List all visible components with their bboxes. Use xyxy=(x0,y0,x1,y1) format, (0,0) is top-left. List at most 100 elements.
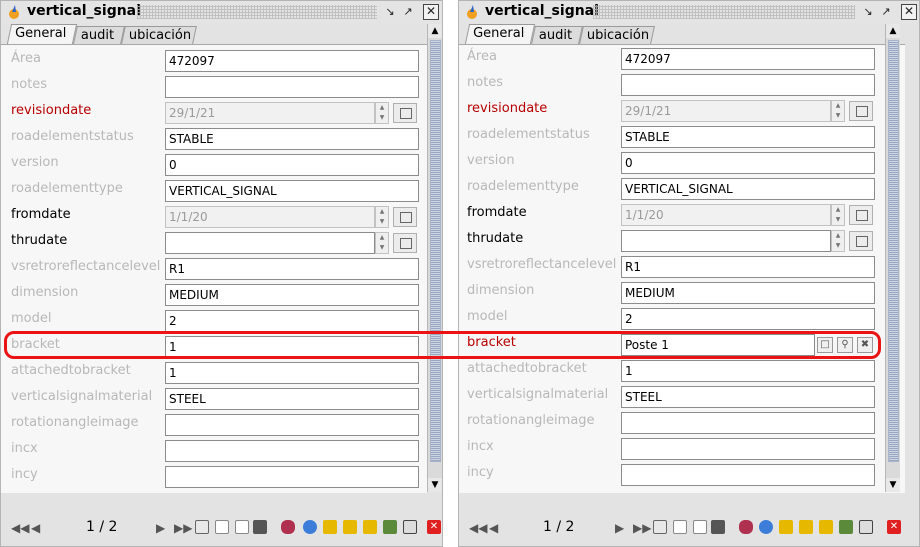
date-spinner[interactable]: ▲ ▼ xyxy=(375,206,389,228)
verticalsignalmaterial-field[interactable]: STEEL xyxy=(621,386,875,408)
scroll-thumb[interactable] xyxy=(888,40,899,462)
refresh-icon[interactable] xyxy=(759,520,773,534)
new-record-icon[interactable] xyxy=(673,520,687,534)
scroll-down-icon[interactable]: ▼ xyxy=(886,478,900,492)
table-export-icon[interactable] xyxy=(799,520,813,534)
model-field[interactable]: 2 xyxy=(165,310,419,332)
next-record-icon[interactable]: ▶ xyxy=(156,521,165,535)
incx-field[interactable] xyxy=(621,438,875,460)
prev-record-icon[interactable]: ◀ xyxy=(31,521,40,535)
print-icon[interactable] xyxy=(859,520,873,534)
scroll-thumb[interactable] xyxy=(430,40,441,462)
thrudate-field[interactable] xyxy=(621,230,831,252)
table-export-icon[interactable] xyxy=(343,520,357,534)
table-icon[interactable] xyxy=(363,520,377,534)
close-icon[interactable]: ✕ xyxy=(901,4,917,20)
tab-audit[interactable]: audit xyxy=(531,26,583,44)
vertical-scrollbar[interactable]: ▲ ▼ xyxy=(427,24,442,492)
zoom-icon[interactable] xyxy=(839,520,853,534)
date-spinner[interactable]: ▲ ▼ xyxy=(831,204,845,226)
version-field[interactable]: 0 xyxy=(621,152,875,174)
calendar-icon[interactable] xyxy=(393,103,417,123)
incy-field[interactable] xyxy=(165,466,419,488)
table-add-icon[interactable] xyxy=(779,520,793,534)
roadelementstatus-field[interactable]: STABLE xyxy=(165,128,419,150)
zoom-icon[interactable] xyxy=(383,520,397,534)
first-record-icon[interactable]: ◀◀ xyxy=(11,521,29,535)
revisiondate-field[interactable]: 29/1/21 xyxy=(621,100,831,122)
date-spinner[interactable]: ▲ ▼ xyxy=(375,102,389,124)
verticalsignalmaterial-field[interactable]: STEEL xyxy=(165,388,419,410)
calendar-icon[interactable] xyxy=(849,231,873,251)
tab-general[interactable]: General xyxy=(464,24,536,44)
thrudate-field[interactable] xyxy=(165,232,375,254)
field-label: roadelementstatus xyxy=(11,129,134,144)
scroll-down-icon[interactable]: ▼ xyxy=(428,478,442,492)
tab-ubicacion[interactable]: ubicación xyxy=(121,26,197,44)
fromdate-field[interactable]: 1/1/20 xyxy=(165,206,375,228)
attachedtobracket-field[interactable]: 1 xyxy=(165,362,419,384)
last-record-icon[interactable]: ▶▶ xyxy=(633,521,651,535)
close-form-icon[interactable]: ✕ xyxy=(887,520,901,534)
tab-ubicacion[interactable]: ubicación xyxy=(579,26,655,44)
date-spinner[interactable]: ▲ ▼ xyxy=(375,232,389,254)
table-icon[interactable] xyxy=(819,520,833,534)
tab-general[interactable]: General xyxy=(6,24,78,44)
tab-audit[interactable]: audit xyxy=(73,26,125,44)
dimension-field[interactable]: MEDIUM xyxy=(165,284,419,306)
last-record-icon[interactable]: ▶▶ xyxy=(174,521,192,535)
close-icon[interactable]: ✕ xyxy=(423,4,439,20)
first-record-icon[interactable]: ◀◀ xyxy=(469,521,487,535)
calendar-icon[interactable] xyxy=(849,205,873,225)
date-spinner[interactable]: ▲ ▼ xyxy=(831,230,845,252)
roadelementtype-field[interactable]: VERTICAL_SIGNAL xyxy=(165,180,419,202)
incy-field[interactable] xyxy=(621,464,875,486)
dimension-field[interactable]: MEDIUM xyxy=(621,282,875,304)
rotationangleimage-field[interactable] xyxy=(165,414,419,436)
version-field[interactable]: 0 xyxy=(165,154,419,176)
prev-record-icon[interactable]: ◀ xyxy=(489,521,498,535)
refresh-icon[interactable] xyxy=(303,520,317,534)
copy-record-icon[interactable] xyxy=(235,520,249,534)
vertical-scrollbar[interactable]: ▲ ▼ xyxy=(885,24,900,492)
title-bar[interactable]: vertical_signal ↘ ↗ ✕ xyxy=(459,1,919,23)
revisiondate-field[interactable]: 29/1/21 xyxy=(165,102,375,124)
save-icon[interactable] xyxy=(195,520,209,534)
area-field[interactable]: 472097 xyxy=(165,50,419,72)
minimize-icon[interactable]: ↘ xyxy=(382,4,398,20)
vsretroreflectancelevel-field[interactable]: R1 xyxy=(165,258,419,280)
roadelementtype-field[interactable]: VERTICAL_SIGNAL xyxy=(621,178,875,200)
field-label: rotationangleimage xyxy=(11,415,139,430)
rotationangleimage-field[interactable] xyxy=(621,412,875,434)
print-icon[interactable] xyxy=(403,520,417,534)
delete-icon[interactable] xyxy=(739,520,753,534)
new-record-icon[interactable] xyxy=(215,520,229,534)
calendar-icon[interactable] xyxy=(393,207,417,227)
scroll-up-icon[interactable]: ▲ xyxy=(886,24,900,38)
maximize-icon[interactable]: ↗ xyxy=(878,4,894,20)
maximize-icon[interactable]: ↗ xyxy=(400,4,416,20)
vsretroreflectancelevel-field[interactable]: R1 xyxy=(621,256,875,278)
next-record-icon[interactable]: ▶ xyxy=(615,521,624,535)
title-bar[interactable]: vertical_signal ↘ ↗ ✕ xyxy=(1,1,442,23)
notes-field[interactable] xyxy=(621,74,875,96)
notes-field[interactable] xyxy=(165,76,419,98)
minimize-icon[interactable]: ↘ xyxy=(860,4,876,20)
search-icon[interactable] xyxy=(253,520,267,534)
table-add-icon[interactable] xyxy=(323,520,337,534)
fromdate-field[interactable]: 1/1/20 xyxy=(621,204,831,226)
save-icon[interactable] xyxy=(653,520,667,534)
area-field[interactable]: 472097 xyxy=(621,48,875,70)
attachedtobracket-field[interactable]: 1 xyxy=(621,360,875,382)
close-form-icon[interactable]: ✕ xyxy=(427,520,441,534)
delete-icon[interactable] xyxy=(281,520,295,534)
model-field[interactable]: 2 xyxy=(621,308,875,330)
date-spinner[interactable]: ▲ ▼ xyxy=(831,100,845,122)
calendar-icon[interactable] xyxy=(849,101,873,121)
copy-record-icon[interactable] xyxy=(693,520,707,534)
search-icon[interactable] xyxy=(711,520,725,534)
roadelementstatus-field[interactable]: STABLE xyxy=(621,126,875,148)
scroll-up-icon[interactable]: ▲ xyxy=(428,24,442,38)
incx-field[interactable] xyxy=(165,440,419,462)
calendar-icon[interactable] xyxy=(393,233,417,253)
